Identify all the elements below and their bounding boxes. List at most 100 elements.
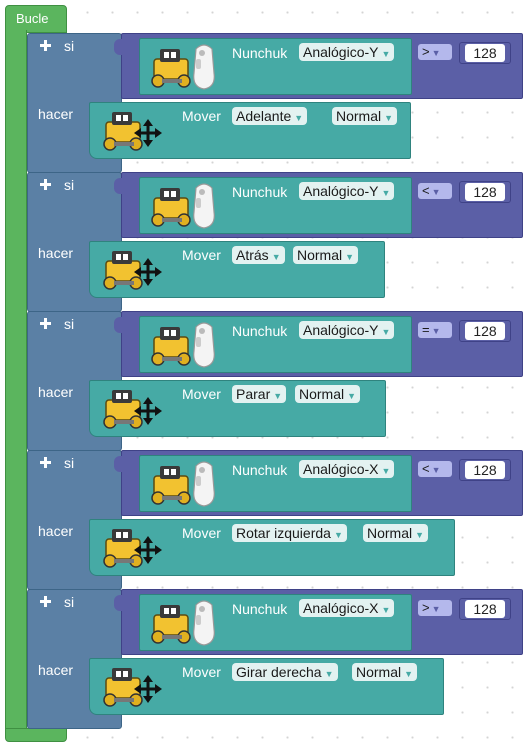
move-block[interactable]: Mover Atrás ▼ Normal ▼: [89, 241, 385, 298]
if-label: si: [64, 594, 75, 610]
dropdown-caret-icon: ▼: [431, 465, 441, 475]
robot-icon: [148, 323, 196, 367]
move-arrows-icon: [134, 675, 162, 703]
move-block[interactable]: Mover Adelante ▼ Normal ▼: [89, 102, 411, 159]
plus-icon[interactable]: [40, 318, 51, 329]
axis-dropdown[interactable]: Analógico-X ▼: [299, 460, 395, 478]
number-value[interactable]: 128: [465, 44, 505, 62]
direction-value: Adelante: [236, 108, 292, 124]
do-label: hacer: [38, 662, 74, 678]
direction-value: Parar: [236, 386, 271, 402]
dropdown-caret-icon: ▼: [431, 48, 441, 58]
sensor-label: Nunchuk: [232, 462, 288, 478]
move-block[interactable]: Mover Girar derecha ▼ Normal ▼: [89, 658, 444, 715]
operator-dropdown[interactable]: > ▼: [418, 600, 452, 616]
speed-dropdown[interactable]: Normal ▼: [332, 107, 398, 125]
action-label: Mover: [182, 525, 221, 541]
wii-nunchuk-icon: [190, 460, 218, 508]
direction-dropdown[interactable]: Girar derecha ▼: [232, 663, 338, 681]
condition-connector: [114, 317, 126, 333]
number-block[interactable]: 128: [459, 459, 511, 481]
number-block[interactable]: 128: [459, 320, 511, 342]
axis-dropdown[interactable]: Analógico-Y ▼: [299, 43, 395, 61]
number-block[interactable]: 128: [459, 42, 511, 64]
speed-dropdown[interactable]: Normal ▼: [363, 524, 429, 542]
number-value[interactable]: 128: [465, 600, 505, 618]
sensor-label: Nunchuk: [232, 323, 288, 339]
plus-icon[interactable]: [40, 596, 51, 607]
speed-value: Normal: [336, 108, 382, 124]
axis-value: Analógico-Y: [303, 322, 379, 338]
do-label: hacer: [38, 523, 74, 539]
axis-value: Analógico-Y: [303, 183, 379, 199]
condition-connector: [114, 39, 126, 55]
dropdown-caret-icon: ▼: [273, 391, 283, 401]
number-value[interactable]: 128: [465, 461, 505, 479]
blocks-workspace[interactable]: Bucle si hacer Nunchuk Analógico-Y ▼ > ▼ 128 Mov…: [0, 0, 529, 747]
dropdown-caret-icon: ▼: [431, 326, 441, 336]
loop-block-bottom[interactable]: [5, 728, 67, 742]
dropdown-caret-icon: ▼: [381, 327, 391, 337]
wii-nunchuk-icon: [190, 43, 218, 91]
do-label: hacer: [38, 106, 74, 122]
axis-value: Analógico-X: [303, 461, 379, 477]
plus-icon[interactable]: [40, 179, 51, 190]
speed-dropdown[interactable]: Normal ▼: [293, 246, 359, 264]
plus-icon[interactable]: [40, 40, 51, 51]
move-block[interactable]: Mover Parar ▼ Normal ▼: [89, 380, 386, 437]
number-block[interactable]: 128: [459, 181, 511, 203]
axis-dropdown[interactable]: Analógico-Y ▼: [299, 321, 395, 339]
robot-icon: [148, 184, 196, 228]
if-label: si: [64, 316, 75, 332]
axis-value: Analógico-Y: [303, 44, 379, 60]
axis-dropdown[interactable]: Analógico-X ▼: [299, 599, 395, 617]
operator-value: >: [422, 44, 430, 59]
wii-nunchuk-icon: [190, 599, 218, 647]
dropdown-caret-icon: ▼: [345, 252, 355, 262]
direction-value: Girar derecha: [236, 664, 322, 680]
axis-value: Analógico-X: [303, 600, 379, 616]
if-label: si: [64, 38, 75, 54]
nunchuk-sensor-block[interactable]: Nunchuk Analógico-Y ▼: [139, 38, 412, 95]
do-label: hacer: [38, 384, 74, 400]
nunchuk-sensor-block[interactable]: Nunchuk Analógico-X ▼: [139, 594, 412, 651]
speed-value: Normal: [297, 247, 343, 263]
direction-dropdown[interactable]: Atrás ▼: [232, 246, 285, 264]
plus-icon[interactable]: [40, 457, 51, 468]
dropdown-caret-icon: ▼: [271, 252, 281, 262]
direction-dropdown[interactable]: Adelante ▼: [232, 107, 308, 125]
dropdown-caret-icon: ▼: [381, 188, 391, 198]
operator-dropdown[interactable]: < ▼: [418, 183, 452, 199]
sensor-label: Nunchuk: [232, 45, 288, 61]
dropdown-caret-icon: ▼: [431, 187, 441, 197]
move-arrows-icon: [134, 119, 162, 147]
operator-dropdown[interactable]: < ▼: [418, 461, 452, 477]
nunchuk-sensor-block[interactable]: Nunchuk Analógico-Y ▼: [139, 316, 412, 373]
condition-connector: [114, 178, 126, 194]
operator-dropdown[interactable]: = ▼: [418, 322, 452, 338]
move-arrows-icon: [134, 258, 162, 286]
operator-value: <: [422, 461, 430, 476]
loop-label: Bucle: [16, 11, 49, 26]
robot-icon: [148, 45, 196, 89]
move-block[interactable]: Mover Rotar izquierda ▼ Normal ▼: [89, 519, 455, 576]
nunchuk-sensor-block[interactable]: Nunchuk Analógico-Y ▼: [139, 177, 412, 234]
dropdown-caret-icon: ▼: [381, 466, 391, 476]
axis-dropdown[interactable]: Analógico-Y ▼: [299, 182, 395, 200]
number-value[interactable]: 128: [465, 183, 505, 201]
speed-value: Normal: [299, 386, 345, 402]
do-label: hacer: [38, 245, 74, 261]
move-arrows-icon: [134, 536, 162, 564]
dropdown-caret-icon: ▼: [347, 391, 357, 401]
direction-dropdown[interactable]: Parar ▼: [232, 385, 287, 403]
loop-block-side[interactable]: [5, 30, 27, 736]
direction-dropdown[interactable]: Rotar izquierda ▼: [232, 524, 347, 542]
dropdown-caret-icon: ▼: [384, 113, 394, 123]
speed-dropdown[interactable]: Normal ▼: [295, 385, 361, 403]
number-value[interactable]: 128: [465, 322, 505, 340]
operator-dropdown[interactable]: > ▼: [418, 44, 452, 60]
number-block[interactable]: 128: [459, 598, 511, 620]
speed-dropdown[interactable]: Normal ▼: [352, 663, 418, 681]
nunchuk-sensor-block[interactable]: Nunchuk Analógico-X ▼: [139, 455, 412, 512]
action-label: Mover: [182, 386, 221, 402]
